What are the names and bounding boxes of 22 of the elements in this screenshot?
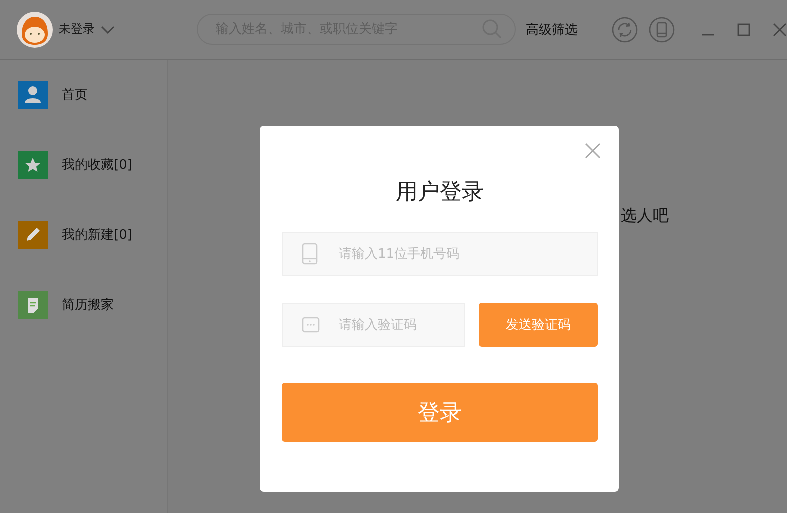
sidebar-item[interactable]: 简历搬家	[62, 296, 114, 314]
phone-icon	[302, 243, 318, 265]
document-icon[interactable]	[18, 291, 48, 319]
advanced-filter-link[interactable]: 高级筛选	[526, 20, 578, 38]
sidebar-item[interactable]: 我的收藏[0]	[62, 156, 132, 174]
refresh-icon[interactable]	[612, 16, 638, 42]
close-icon[interactable]	[773, 22, 787, 36]
dots-icon	[302, 317, 320, 333]
sidebar-item[interactable]: 我的新建[0]	[62, 226, 132, 244]
person-icon[interactable]	[18, 81, 48, 109]
dialog-title: 用户登录	[395, 179, 485, 207]
maximize-icon[interactable]	[737, 22, 751, 36]
phone-field[interactable]: 请输入11位手机号码	[282, 232, 598, 276]
pencil-icon[interactable]	[18, 221, 48, 249]
tablet-icon[interactable]	[649, 16, 675, 42]
close-icon[interactable]	[585, 143, 601, 159]
code-field[interactable]: 请输入验证码	[282, 303, 465, 347]
login-status[interactable]: 未登录	[59, 21, 95, 38]
sidebar-item[interactable]: 首页	[62, 86, 88, 104]
chevron-down-icon[interactable]	[101, 26, 115, 34]
avatar-icon[interactable]	[17, 12, 53, 48]
empty-state-text: 选人吧	[621, 206, 669, 225]
